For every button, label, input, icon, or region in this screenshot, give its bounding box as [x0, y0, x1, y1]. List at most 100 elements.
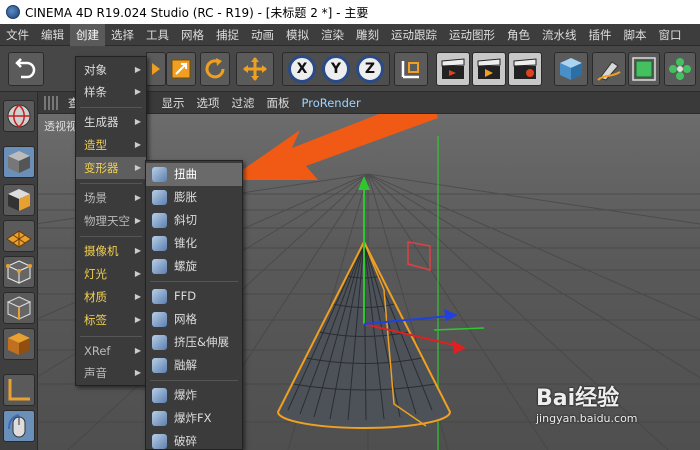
create-menu-tag[interactable]: 标签 ▶	[76, 309, 146, 331]
coordinate-system-button[interactable]	[394, 52, 428, 86]
menu-mograph[interactable]: 运动图形	[443, 24, 501, 46]
submenu-arrow-icon: ▶	[134, 65, 141, 74]
menu-mesh[interactable]: 网格	[175, 24, 210, 46]
menu-separator	[80, 336, 142, 337]
cloner-button[interactable]	[664, 52, 696, 86]
transform-tool-button[interactable]	[236, 52, 274, 86]
menu-sculpt[interactable]: 雕刻	[350, 24, 385, 46]
viewport-grip-icon	[44, 95, 58, 110]
window-title: CINEMA 4D R19.024 Studio (RC - R19) - [未…	[25, 5, 369, 20]
deformer-ffd[interactable]: FFD	[146, 285, 242, 308]
viewport-menu-filter[interactable]: 过滤	[226, 95, 261, 111]
rotate-tool-button[interactable]	[200, 52, 230, 86]
title-bar: CINEMA 4D R19.024 Studio (RC - R19) - [未…	[0, 0, 700, 24]
menu-character[interactable]: 角色	[501, 24, 536, 46]
render-to-picture-viewer-button[interactable]	[472, 52, 506, 86]
cloner-icon	[669, 58, 691, 80]
deformer-squash-stretch[interactable]: 挤压&伸展	[146, 331, 242, 354]
points-cube-icon	[6, 260, 32, 284]
menu-simulate[interactable]: 模拟	[280, 24, 315, 46]
menu-snap[interactable]: 捕捉	[210, 24, 245, 46]
menu-pipeline[interactable]: 流水线	[536, 24, 583, 46]
x-axis-lock-button[interactable]: X	[288, 55, 316, 83]
menu-script[interactable]: 脚本	[618, 24, 653, 46]
cube-mode-icon	[8, 151, 30, 173]
viewport-menu-prorender[interactable]: ProRender	[296, 96, 367, 110]
create-menu-xref[interactable]: XRef ▶	[76, 340, 146, 362]
deformer-shear[interactable]: 斜切	[146, 209, 242, 232]
deformer-bend[interactable]: 扭曲	[146, 163, 242, 186]
menu-animate[interactable]: 动画	[245, 24, 280, 46]
submenu-arrow-icon: ▶	[134, 140, 141, 149]
rotate-icon	[205, 58, 225, 79]
texture-mode-button[interactable]	[3, 184, 35, 216]
create-menu-sound[interactable]: 声音 ▶	[76, 362, 146, 384]
squash-stretch-icon	[152, 335, 167, 350]
viewport-menu-panel[interactable]: 面板	[261, 95, 296, 111]
menu-motion-tracker[interactable]: 运动跟踪	[385, 24, 443, 46]
pen-tool-button[interactable]	[592, 52, 626, 86]
z-axis-lock-button[interactable]: Z	[356, 55, 384, 83]
submenu-arrow-icon: ▶	[134, 292, 141, 301]
bulge-icon	[152, 190, 167, 205]
deformer-twist[interactable]: 螺旋	[146, 255, 242, 278]
shatter-icon	[152, 434, 167, 449]
arrow-icon	[152, 63, 160, 75]
submenu-arrow-icon: ▶	[134, 87, 141, 96]
menu-plugins[interactable]: 插件	[583, 24, 618, 46]
menu-render[interactable]: 渲染	[315, 24, 350, 46]
workplane-mode-button[interactable]	[3, 220, 35, 252]
y-axis-lock-button[interactable]: Y	[322, 55, 350, 83]
create-menu-object[interactable]: 对象 ▶	[76, 59, 146, 81]
points-mode-button[interactable]	[3, 256, 35, 288]
model-mode-button[interactable]	[3, 146, 35, 178]
create-menu-spline[interactable]: 样条 ▶	[76, 81, 146, 103]
create-menu-material[interactable]: 材质 ▶	[76, 286, 146, 308]
globe-icon	[7, 104, 31, 128]
render-view-button[interactable]	[436, 52, 470, 86]
create-menu-modeling[interactable]: 造型 ▶	[76, 134, 146, 156]
deformer-taper[interactable]: 锥化	[146, 232, 242, 255]
deformer-mesh[interactable]: 网格	[146, 308, 242, 331]
bend-icon	[152, 167, 167, 182]
menu-edit[interactable]: 编辑	[35, 24, 70, 46]
polygons-mode-button[interactable]	[3, 328, 35, 360]
render-settings-button[interactable]	[508, 52, 542, 86]
edges-mode-button[interactable]	[3, 292, 35, 324]
menu-tools[interactable]: 工具	[140, 24, 175, 46]
cube-object-button[interactable]	[554, 52, 588, 86]
create-menu-scene[interactable]: 场景 ▶	[76, 187, 146, 209]
submenu-arrow-icon: ▶	[134, 117, 141, 126]
menu-file[interactable]: 文件	[0, 24, 35, 46]
globe-mode-button[interactable]	[3, 100, 35, 132]
menu-separator	[150, 380, 238, 381]
axis-mode-button[interactable]	[3, 374, 35, 406]
viewport-menu-options[interactable]: 选项	[191, 95, 226, 111]
deformer-explosion-fx[interactable]: 爆炸FX	[146, 407, 242, 430]
create-menu-dropdown: 对象 ▶ 样条 ▶ 生成器 ▶ 造型 ▶ 变形器 ▶ 场景 ▶ 物理天空 ▶ 摄像机 ▶ 灯光 ▶…	[75, 56, 147, 386]
move-tool-button[interactable]	[146, 52, 166, 86]
viewport-menu-display[interactable]: 显示	[156, 95, 191, 111]
create-menu-physical-sky[interactable]: 物理天空 ▶	[76, 210, 146, 232]
tweak-mode-button[interactable]	[3, 410, 35, 442]
menu-window[interactable]: 窗口	[653, 24, 688, 46]
create-menu-light[interactable]: 灯光 ▶	[76, 263, 146, 285]
deformer-melt[interactable]: 融解	[146, 354, 242, 377]
watermark-brand: Bai经验	[536, 386, 620, 411]
menu-create[interactable]: 创建	[70, 23, 105, 46]
axis-lock-group: X Y Z	[282, 52, 390, 86]
scale-tool-button[interactable]	[166, 52, 196, 86]
create-menu-camera[interactable]: 摄像机 ▶	[76, 240, 146, 262]
deformer-explosion[interactable]: 爆炸	[146, 384, 242, 407]
watermark-url: jingyan.baidu.com	[536, 412, 638, 425]
subdivision-surface-button[interactable]	[628, 52, 660, 86]
create-menu-deformer[interactable]: 变形器 ▶	[76, 157, 146, 179]
deformer-shatter[interactable]: 破碎	[146, 430, 242, 450]
menu-select[interactable]: 选择	[105, 24, 140, 46]
create-menu-generator[interactable]: 生成器 ▶	[76, 111, 146, 133]
deformer-bulge[interactable]: 膨胀	[146, 186, 242, 209]
clapperboard-icon	[441, 58, 465, 79]
viewport-camera-label: 透视视	[44, 120, 77, 133]
submenu-arrow-icon: ▶	[134, 216, 141, 225]
undo-button[interactable]	[8, 52, 44, 86]
